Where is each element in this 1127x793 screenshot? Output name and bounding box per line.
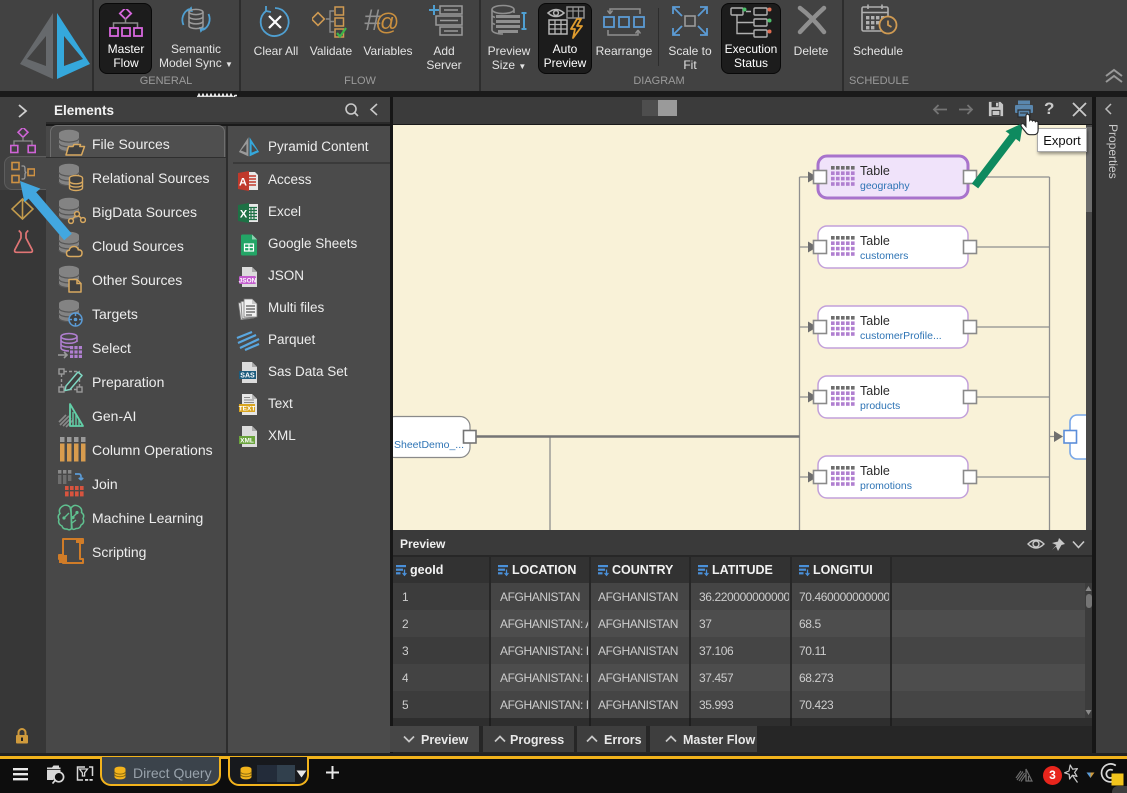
svg-text:customerProfile...: customerProfile...	[860, 330, 942, 342]
svg-text:Table: Table	[860, 234, 890, 248]
svg-text:A: A	[239, 177, 247, 189]
svg-text:SAS: SAS	[240, 372, 255, 379]
svg-text:JSON: JSON	[239, 277, 257, 284]
svg-text:Table: Table	[860, 384, 890, 398]
svg-text:customers: customers	[860, 250, 908, 262]
svg-text:X: X	[240, 209, 248, 221]
svg-text:products: products	[860, 400, 900, 412]
svg-text:Table: Table	[860, 314, 890, 328]
svg-text:SheetDemo_...: SheetDemo_...	[394, 439, 464, 451]
svg-text:geography: geography	[860, 180, 910, 192]
svg-text:XML: XML	[240, 437, 254, 444]
svg-text:promotions: promotions	[860, 480, 912, 492]
svg-text:TEXT: TEXT	[239, 405, 256, 412]
svg-text:Table: Table	[860, 164, 890, 178]
svg-text:Table: Table	[860, 464, 890, 478]
